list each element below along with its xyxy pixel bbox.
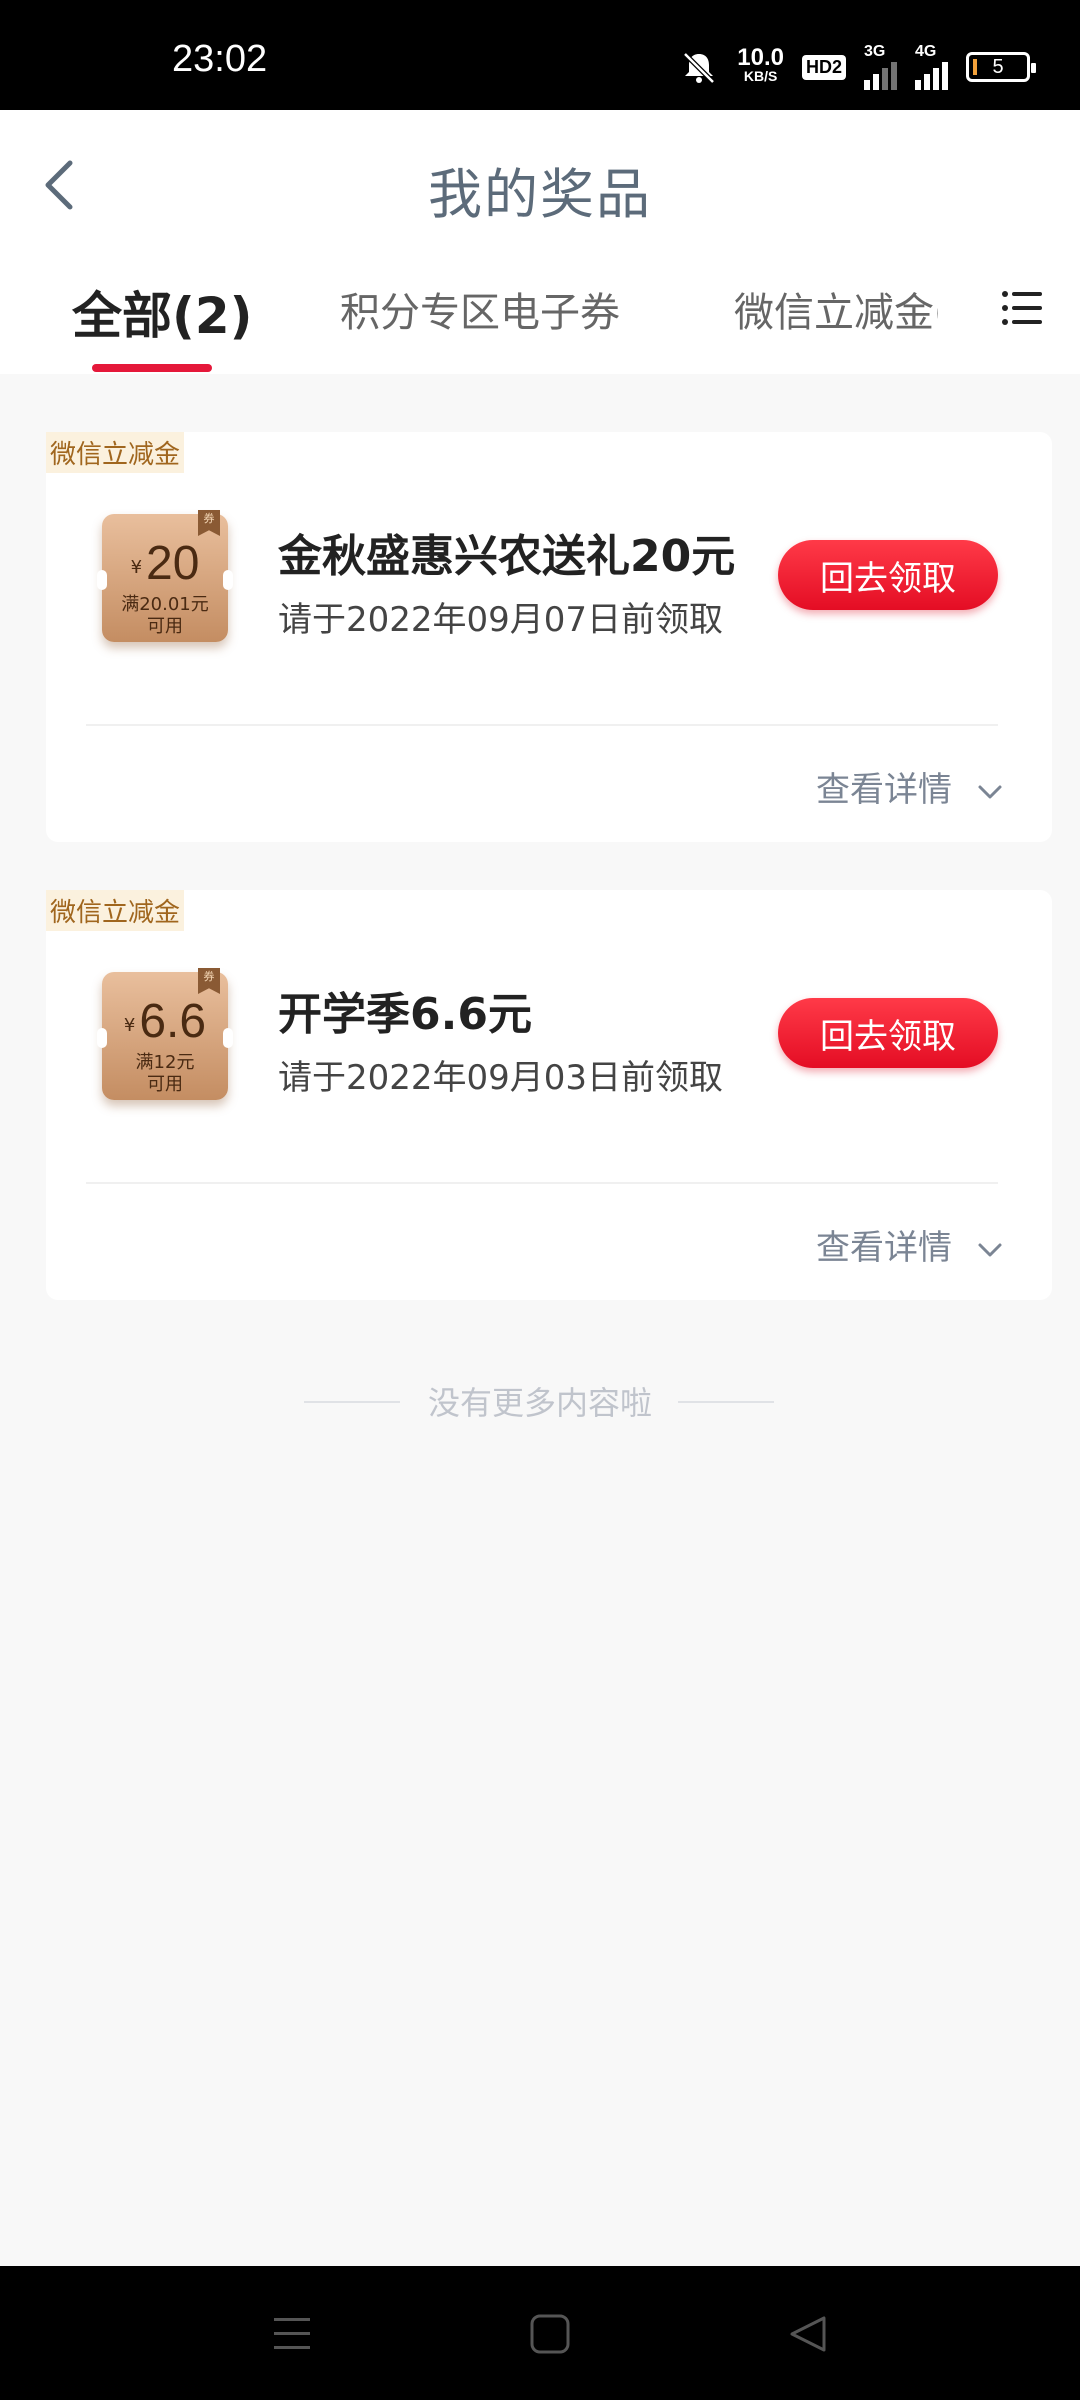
- tab-points-coupons[interactable]: 积分专区电子券: [340, 280, 620, 338]
- coupon-condition-line2: 可用: [147, 1074, 183, 1095]
- prize-deadline: 请于2022年09月07日前领取: [278, 600, 724, 640]
- coupon-badge: 券 ¥6.6 满12元 可用: [97, 968, 233, 1100]
- nav-back-button[interactable]: [786, 2312, 830, 2356]
- tab-bar: 全部(2) 积分专区电子券 微信立减金(: [0, 250, 1080, 374]
- coupon-amount: 20: [146, 537, 200, 590]
- status-icons: 10.0 KB/S HD2 3G 4G 5: [679, 44, 1036, 90]
- claim-button[interactable]: 回去领取: [778, 998, 998, 1068]
- view-details-link[interactable]: 查看详情: [816, 1220, 952, 1269]
- coupon-condition-line2: 可用: [147, 616, 183, 637]
- claim-button[interactable]: 回去领取: [778, 540, 998, 610]
- currency-symbol: ¥: [130, 557, 143, 578]
- view-details-link[interactable]: 查看详情: [816, 762, 952, 811]
- end-of-list-note: 没有更多内容啦: [427, 1384, 652, 1422]
- net-speed-value: 10.0: [737, 44, 784, 71]
- tab-active-indicator: [92, 364, 212, 372]
- sim1-type: 3G: [864, 43, 886, 60]
- currency-symbol: ¥: [123, 1015, 136, 1036]
- tab-wechat-clip: 微信立减金(: [734, 280, 938, 340]
- system-nav-bar: [0, 2266, 1080, 2400]
- prize-name: 开学季6.6元: [278, 989, 532, 1040]
- square-home-icon: [530, 2314, 570, 2354]
- triangle-back-icon: [790, 2316, 826, 2352]
- coupon-badge: 券 ¥20 满20.01元 可用: [97, 510, 233, 642]
- coupon-condition-line1: 满12元: [135, 1052, 195, 1073]
- chevron-down-icon[interactable]: [976, 782, 1004, 802]
- tab-all[interactable]: 全部(2): [72, 276, 253, 348]
- net-speed-unit: KB/S: [743, 68, 778, 84]
- chevron-down-icon[interactable]: [976, 1240, 1004, 1260]
- page-title: 我的奖品: [428, 163, 652, 226]
- nav-recents-button[interactable]: [270, 2312, 314, 2356]
- coupon-condition: 满20.01元 可用: [102, 594, 228, 638]
- coupon-amount-row: ¥20: [102, 536, 228, 591]
- list-menu-icon: [1002, 291, 1042, 325]
- prize-type-tag: 微信立减金: [46, 432, 185, 473]
- status-time: 23:02: [172, 38, 268, 80]
- coupon-ribbon: 券: [198, 510, 220, 536]
- nav-home-button[interactable]: [528, 2312, 572, 2356]
- battery-icon: 5: [966, 52, 1036, 82]
- net-speed: 10.0 KB/S: [737, 44, 784, 85]
- prize-type-tag: 微信立减金: [46, 890, 185, 931]
- sim2-type: 4G: [915, 43, 937, 60]
- sim1-signal-icon: 3G: [864, 44, 897, 90]
- prize-card: 微信立减金 券 ¥6.6 满12元 可用 开学季6.6元 请于2022年09月0…: [46, 890, 1052, 1300]
- tab-wechat-discount[interactable]: 微信立减金(: [734, 280, 938, 338]
- coupon-amount-row: ¥6.6: [102, 994, 228, 1049]
- coupon-condition-line1: 满20.01元: [121, 594, 209, 615]
- battery-level: 5: [992, 55, 1004, 78]
- coupon-ribbon: 券: [198, 968, 220, 994]
- sim2-signal-icon: 4G: [915, 44, 948, 90]
- end-note-line-right: [678, 1401, 774, 1403]
- hd-voice-icon: HD2: [801, 54, 846, 80]
- mute-bell-icon: [679, 50, 719, 84]
- coupon-condition: 满12元 可用: [102, 1052, 228, 1096]
- header: 我的奖品: [0, 110, 1080, 250]
- coupon-amount: 6.6: [139, 995, 207, 1048]
- menu-lines-icon: [274, 2318, 310, 2349]
- tab-menu-button[interactable]: [1000, 286, 1044, 330]
- card-divider: [86, 724, 998, 726]
- card-divider: [86, 1182, 998, 1184]
- prize-card: 微信立减金 券 ¥20 满20.01元 可用 金秋盛惠兴农送礼20元 请于202…: [46, 432, 1052, 842]
- status-bar: 23:02 10.0 KB/S HD2 3G 4G 5: [0, 0, 1080, 110]
- prize-name: 金秋盛惠兴农送礼20元: [278, 531, 736, 582]
- prize-deadline: 请于2022年09月03日前领取: [278, 1058, 724, 1098]
